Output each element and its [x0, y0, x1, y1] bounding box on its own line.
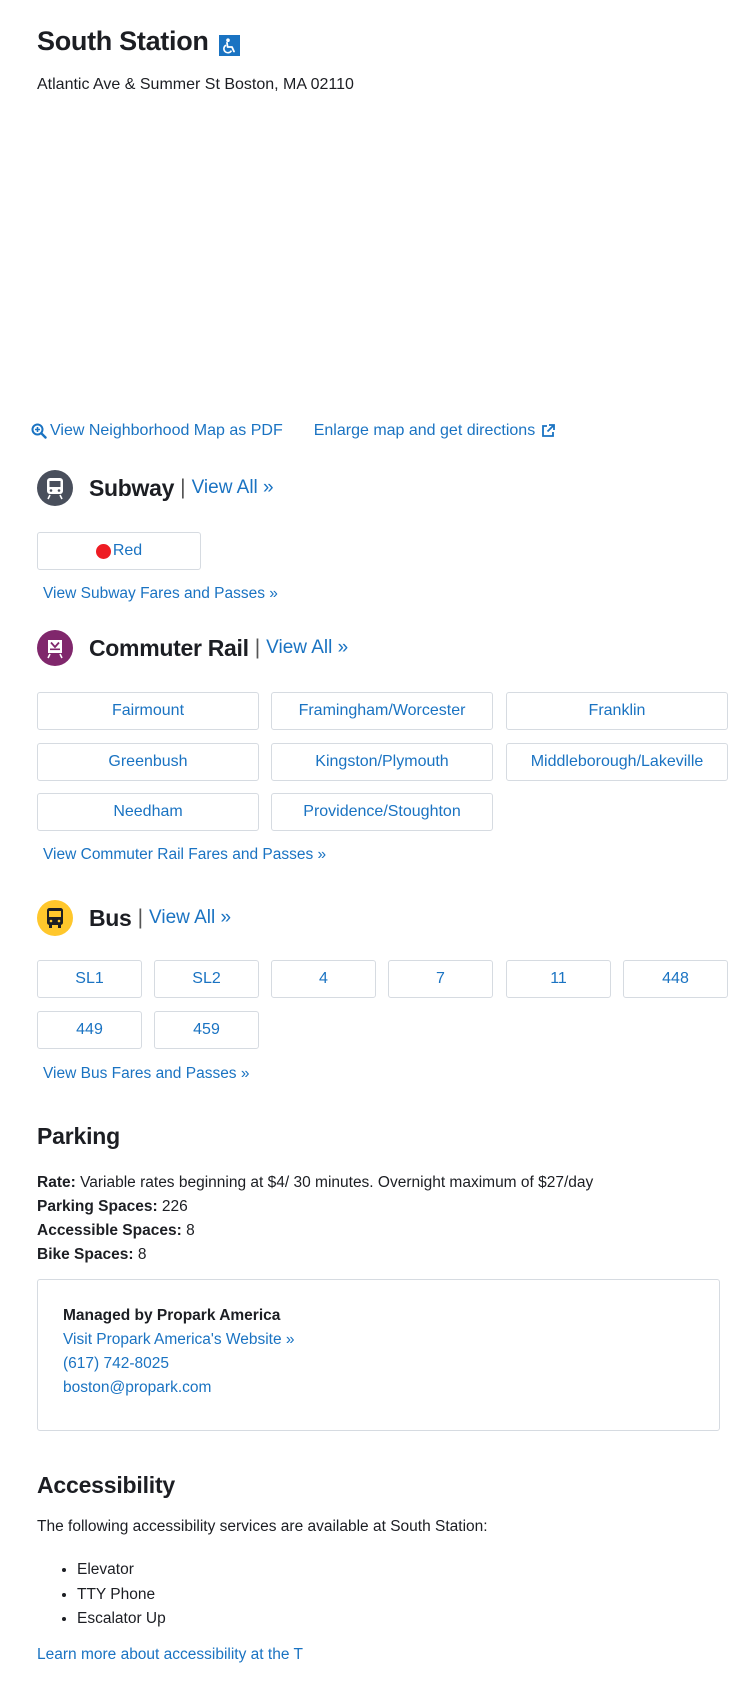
route-button-11[interactable]: 11: [506, 960, 611, 998]
route-button-framingham-worcester[interactable]: Framingham/Worcester: [271, 692, 493, 730]
route-button-4[interactable]: 4: [271, 960, 376, 998]
enlarge-map-link[interactable]: Enlarge map and get directions: [314, 422, 559, 440]
commuter-rail-icon: [37, 630, 73, 666]
zoom-in-icon: [31, 423, 47, 439]
manager-name: Managed by Propark America: [63, 1307, 281, 1324]
enlarge-map-label: Enlarge map and get directions: [313, 422, 536, 439]
bus-view-all-link[interactable]: View All »: [149, 907, 231, 929]
neighborhood-map-pdf-link[interactable]: View Neighborhood Map as PDF: [31, 422, 283, 440]
wheelchair-icon: [218, 35, 240, 56]
subway-view-all-link[interactable]: View All »: [192, 477, 274, 499]
commuter-rail-fares-link[interactable]: View Commuter Rail Fares and Passes »: [43, 846, 326, 864]
subway-header: Subway | View All »: [37, 470, 274, 506]
manager-email-link[interactable]: boston@propark.com: [63, 1379, 211, 1396]
parking-details: Rate: Variable rates beginning at $4/ 30…: [37, 1171, 593, 1267]
route-button-kingston-plymouth[interactable]: Kingston/Plymouth: [271, 743, 493, 781]
subway-fares-link[interactable]: View Subway Fares and Passes »: [43, 585, 278, 603]
route-button-greenbush[interactable]: Greenbush: [37, 743, 259, 781]
accessible-value: 8: [186, 1222, 195, 1239]
spaces-value: 226: [161, 1198, 188, 1215]
separator: |: [254, 636, 261, 659]
list-item: Elevator: [77, 1558, 166, 1583]
route-label: Red: [112, 542, 143, 559]
accessibility-heading: Accessibility: [37, 1472, 176, 1498]
map-links: View Neighborhood Map as PDF Enlarge map…: [31, 422, 559, 440]
route-button-needham[interactable]: Needham: [37, 793, 259, 831]
route-button-7[interactable]: 7: [388, 960, 493, 998]
route-button-red[interactable]: Red: [37, 532, 201, 570]
parking-rate: Rate: Variable rates beginning at $4/ 30…: [37, 1171, 593, 1195]
accessibility-intro: The following accessibility services are…: [37, 1518, 488, 1535]
accessibility-services-list: Elevator TTY Phone Escalator Up: [77, 1558, 166, 1632]
route-button-448[interactable]: 448: [623, 960, 728, 998]
route-button-middleborough-lakeville[interactable]: Middleborough/Lakeville: [506, 743, 728, 781]
station-address: Atlantic Ave & Summer St Boston, MA 0211…: [37, 76, 354, 93]
list-item: TTY Phone: [77, 1583, 166, 1608]
station-header: South Station: [37, 26, 240, 57]
manager-phone-link[interactable]: (617) 742-8025: [63, 1355, 169, 1372]
bike-value: 8: [137, 1246, 147, 1263]
separator: |: [180, 476, 186, 499]
commuter-rail-header: Commuter Rail | View All »: [37, 630, 348, 666]
commuter-rail-view-all-link[interactable]: View All »: [266, 637, 348, 659]
commuter-rail-title: Commuter Rail: [89, 634, 249, 661]
bus-icon: [37, 900, 73, 936]
accessible-label: Accessible Spaces:: [37, 1222, 182, 1239]
route-button-providence-stoughton[interactable]: Providence/Stoughton: [271, 793, 493, 831]
external-link-icon: [542, 424, 556, 437]
accessibility-learn-more-link[interactable]: Learn more about accessibility at the T: [37, 1646, 303, 1664]
route-button-sl2[interactable]: SL2: [154, 960, 259, 998]
route-button-fairmount[interactable]: Fairmount: [37, 692, 259, 730]
subway-icon: [37, 470, 73, 506]
spaces-label: Parking Spaces:: [37, 1198, 158, 1215]
parking-spaces: Parking Spaces: 226: [37, 1195, 593, 1219]
rate-label: Rate:: [37, 1174, 76, 1191]
rate-value: Variable rates beginning at $4/ 30 minut…: [80, 1174, 594, 1191]
bike-spaces: Bike Spaces: 8: [37, 1243, 593, 1267]
bus-fares-link[interactable]: View Bus Fares and Passes »: [43, 1065, 250, 1083]
route-button-sl1[interactable]: SL1: [37, 960, 142, 998]
route-button-459[interactable]: 459: [154, 1011, 259, 1049]
bike-label: Bike Spaces:: [37, 1246, 134, 1263]
accessible-spaces: Accessible Spaces: 8: [37, 1219, 593, 1243]
route-button-449[interactable]: 449: [37, 1011, 142, 1049]
subway-title: Subway: [89, 474, 175, 501]
parking-heading: Parking: [37, 1123, 120, 1149]
separator: |: [137, 906, 144, 929]
page-title: South Station: [37, 26, 209, 56]
parking-manager-card: Managed by Propark America Visit Propark…: [37, 1279, 720, 1431]
red-line-dot-icon: [95, 543, 111, 559]
route-button-franklin[interactable]: Franklin: [506, 692, 728, 730]
neighborhood-map-pdf-label: View Neighborhood Map as PDF: [50, 422, 283, 439]
list-item: Escalator Up: [77, 1607, 166, 1632]
bus-header: Bus | View All »: [37, 900, 231, 936]
bus-title: Bus: [89, 904, 132, 931]
manager-website-link[interactable]: Visit Propark America's Website »: [63, 1331, 295, 1348]
